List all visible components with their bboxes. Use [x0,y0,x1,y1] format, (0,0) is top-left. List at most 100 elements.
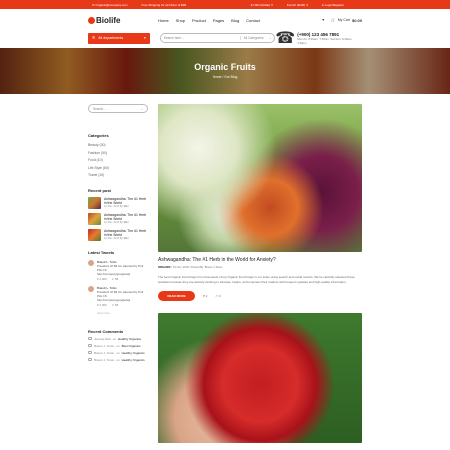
post-meta-text: / 19 Nov, 2018 / Posted By: Braum J.Tera… [171,266,223,269]
comment-on: on [116,343,120,348]
category-item[interactable]: Travel (10) [88,172,148,180]
tweet: Brandr L. Tohsi President Of Bil Ion Haun… [88,285,148,307]
comment-icon [88,351,92,354]
nav-blog[interactable]: Blog [231,18,239,23]
post-tag[interactable]: ORGANIC [158,266,171,269]
chevron-down-icon: ▾ [143,36,146,40]
post-image[interactable] [158,312,362,443]
tweet-likes-count: 2,900 [99,302,107,307]
recent-post-date: 10 Mar, 2018 By [103,236,123,240]
recent-post[interactable]: Ashwagandha: The #1 Herb in the World 10 … [88,212,148,225]
departments-button[interactable]: ☰ All departments ▾ [88,32,150,44]
read-more-button[interactable]: READ MORE [158,290,195,301]
recent-post[interactable]: Ashwagandha: The #1 Herb in the World 10 … [88,196,148,209]
search-icon[interactable]: ⌕ [270,36,272,40]
nav-contact[interactable]: Contact [246,18,260,23]
categories-title: Categories [88,133,109,138]
tweet-link[interactable]: http://company/google/api [97,272,148,276]
envelope-icon: ✉ [92,2,95,7]
nav-home[interactable]: Home [158,18,169,23]
comment-author: Braum J. Teran [94,357,115,362]
blog-main: Ashwagandha: The #1 Herb in the World fo… [158,104,362,443]
comment-post[interactable]: Best Organics [122,344,141,348]
comment-icon: ▭ [215,293,219,298]
tweet-likes[interactable]: ♥ 2,900 [97,303,107,307]
search-row: ☰ All departments ▾ Search here... All Cate… [0,28,450,48]
departments-label: All departments [98,36,124,40]
avatar [88,259,94,266]
comment-post[interactable]: Healthy Organics [118,337,141,341]
recent-post-title[interactable]: Ashwagandha: The #1 Herb in the World [104,197,148,205]
currency-select[interactable]: $ USD (Dollar) ▾ [251,3,273,7]
logo[interactable]: Biolife [88,16,158,25]
tweet-replies-count: 88 [115,276,119,281]
category-item[interactable]: Fashion (50) [88,150,148,158]
category-item[interactable]: Food (10) [88,157,148,165]
tweet-replies[interactable]: ↩ 88 [112,277,118,281]
comment-author: Braum J. Teran [94,343,115,348]
tweet-text: President Of Bil Ion Haunted by Poll Pit… [97,263,144,272]
phone-hours: Mon-Fri: 8:30am- 7:30pm; Sat-Sun: 9:30am… [297,36,353,45]
recent-post[interactable]: Ashwagandha: The #1 Herb in the World 10 … [88,228,148,241]
nav-shop[interactable]: Shop [176,18,185,23]
category-item[interactable]: Life Style (60) [88,165,148,173]
comment-post[interactable]: Healthy Organics [122,351,145,355]
tweet: Brandr L. Tohsi President Of Bil Ion Haun… [88,259,148,281]
nav-product[interactable]: Product [192,18,206,23]
post-actions: READ MORE ♥ 2 ▭ 0 [158,290,362,301]
search-placeholder: Search here... [163,36,184,40]
recent-post-thumbnail[interactable] [88,212,101,225]
tweet-likes[interactable]: ♥ 2,900 [97,277,107,281]
recent-post-author: Max [123,236,129,240]
tweet-replies[interactable]: ↩ 88 [112,303,118,307]
recent-post-title[interactable]: Ashwagandha: The #1 Herb in the World [104,229,148,237]
shipping-text: Free Shipping for all Order of $99 [141,2,187,7]
wishlist-icon[interactable]: ♥ [322,18,324,22]
comment-on: on [116,357,120,362]
recent-post-thumbnail[interactable] [88,228,101,241]
cart-label: My Cart [337,18,350,22]
breadcrumb[interactable]: Home / Our Blog [0,75,450,79]
view-more-link[interactable]: view more [97,311,148,315]
post-meta: ORGANIC / 19 Nov, 2018 / Posted By: Brau… [158,266,362,269]
comment-post[interactable]: Healthy Organics [122,358,145,362]
logo-text: Biolife [96,15,121,25]
search-icon[interactable]: ⌕ [141,107,143,111]
post-title[interactable]: Ashwagandha: The #1 Herb in the World fo… [158,257,362,263]
heart-icon: ♥ [97,302,99,307]
comment-on: on [112,336,117,341]
category-item[interactable]: Beauty (30) [88,142,148,150]
user-icon: ● [321,2,324,7]
phone-icon: ☎ [275,30,296,47]
sidebar-search-input[interactable]: Search... ⌕ [88,104,148,113]
recent-post-author: Max [123,204,129,208]
recent-post-title[interactable]: Ashwagandha: The #1 Herb in the World [104,213,148,221]
like-count: 2 [205,293,208,298]
tweet-link[interactable]: http://company/google/api [97,298,148,302]
login-link[interactable]: ● Login/Register [322,3,344,7]
cart-amount: $0.00 [351,17,362,23]
search-input[interactable]: Search here... All Categories ⌕ [159,33,276,43]
recent-post-thumbnail[interactable] [88,196,101,209]
comment-icon [88,358,92,361]
like-button[interactable]: ♥ 2 [203,294,207,298]
email-info[interactable]: ✉ Organic@company.com [92,3,128,7]
post-image[interactable] [158,104,362,252]
comment-item[interactable]: Braum J. Teran on Healthy Organics [88,351,148,355]
cart-button[interactable]: 🛒 My Cart $0.00 [331,18,362,23]
comment-author: Jessica Alba [94,336,111,341]
latest-tweets-title: Latest Tweets [88,249,115,255]
comment-item[interactable]: Braum J. Teran on Best Organics [88,344,148,348]
category-select[interactable]: All Categories [239,36,264,40]
avatar [88,285,94,292]
comment-icon [88,344,92,347]
nav-pages[interactable]: Pages [213,18,224,23]
heart-icon: ♥ [203,293,205,298]
recent-post-author: Max [123,220,129,224]
comment-item[interactable]: Braum J. Teran on Healthy Organics [88,358,148,362]
phone-info: ☎ (+900) 123 456 7891 Mon-Fri: 8:30am- 7:3… [275,28,362,48]
comment-button[interactable]: ▭ 0 [215,294,221,298]
comment-item[interactable]: Jessica Alba on Healthy Organics [88,337,148,341]
recent-post-date: 10 Mar, 2018 By [103,204,123,208]
language-select[interactable]: French (EUR) ▾ [287,3,308,7]
